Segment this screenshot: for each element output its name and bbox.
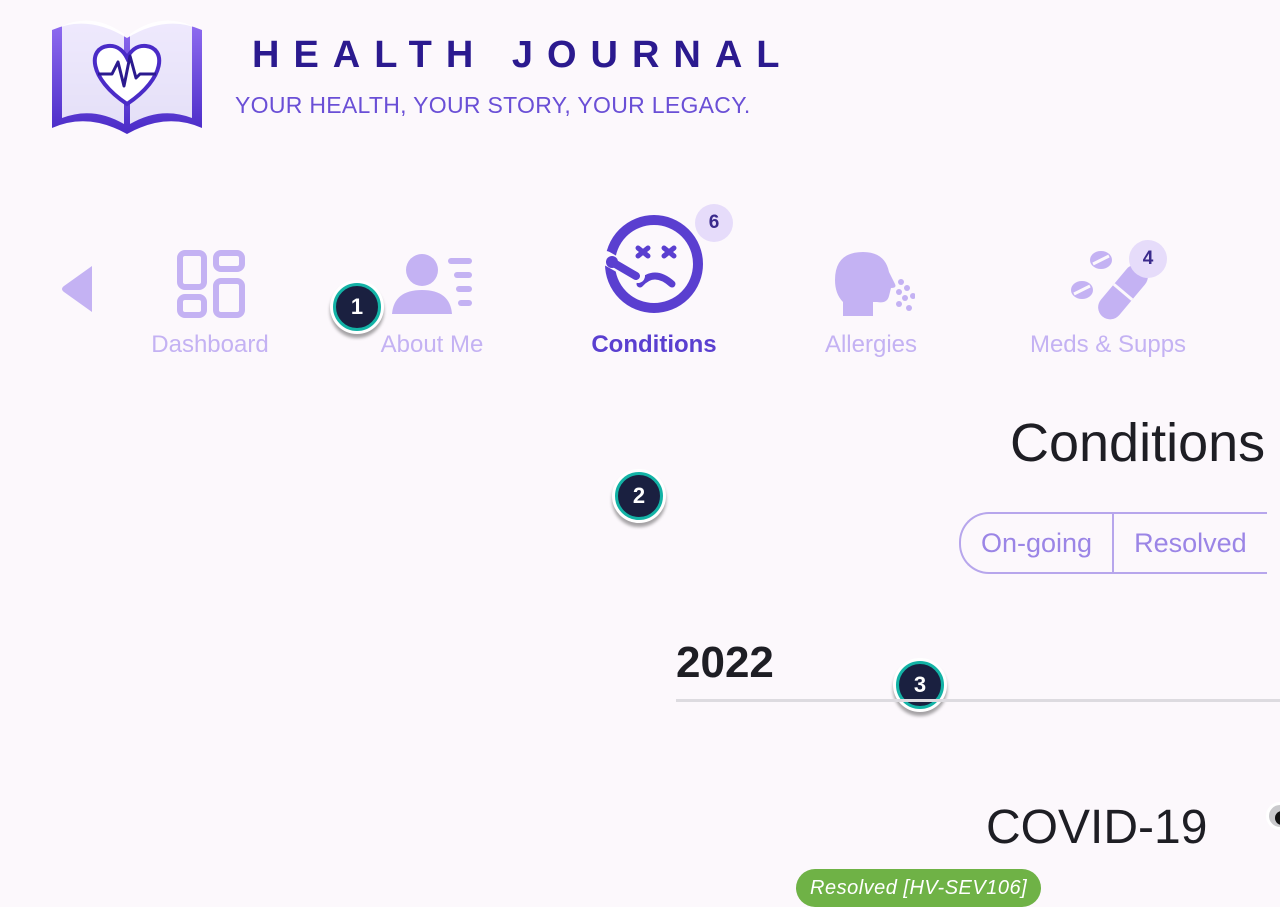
person-list-icon	[392, 254, 472, 314]
health-journal-logo	[48, 12, 206, 144]
page-title: Conditions	[1010, 413, 1266, 473]
timeline-dot-icon	[1266, 802, 1280, 830]
nav-label-allergies: Allergies	[824, 331, 918, 358]
dashboard-grid-icon	[177, 250, 245, 318]
nav-label-conditions: Conditions	[591, 331, 717, 358]
conditions-count-badge: 6	[695, 204, 733, 242]
step-marker-2: 2	[612, 469, 666, 523]
step-marker-3: 3	[893, 658, 947, 712]
app-title: HEALTH JOURNAL	[252, 34, 794, 76]
sick-face-thermometer-icon	[602, 215, 703, 313]
filter-ongoing-button[interactable]: On-going	[961, 514, 1112, 572]
app-tagline: YOUR HEALTH, YOUR STORY, YOUR LEGACY.	[235, 92, 751, 118]
nav-label-about-me: About Me	[380, 331, 484, 358]
nav-back-arrow-icon[interactable]	[60, 264, 94, 314]
meds-count-badge: 4	[1129, 240, 1167, 278]
filter-resolved-button[interactable]: Resolved	[1112, 514, 1267, 572]
nav-label-dashboard: Dashboard	[151, 331, 269, 358]
step-marker-1: 1	[330, 280, 384, 334]
nav-label-meds-supps: Meds & Supps	[1029, 331, 1187, 358]
condition-name[interactable]: COVID-19	[986, 800, 1207, 855]
status-filter-toggle: On-going Resolved	[959, 512, 1267, 574]
year-divider	[676, 699, 1280, 702]
sneezing-head-icon	[835, 252, 915, 316]
status-badge: Resolved [HV-SEV106]	[796, 869, 1042, 907]
year-heading: 2022	[676, 638, 774, 687]
